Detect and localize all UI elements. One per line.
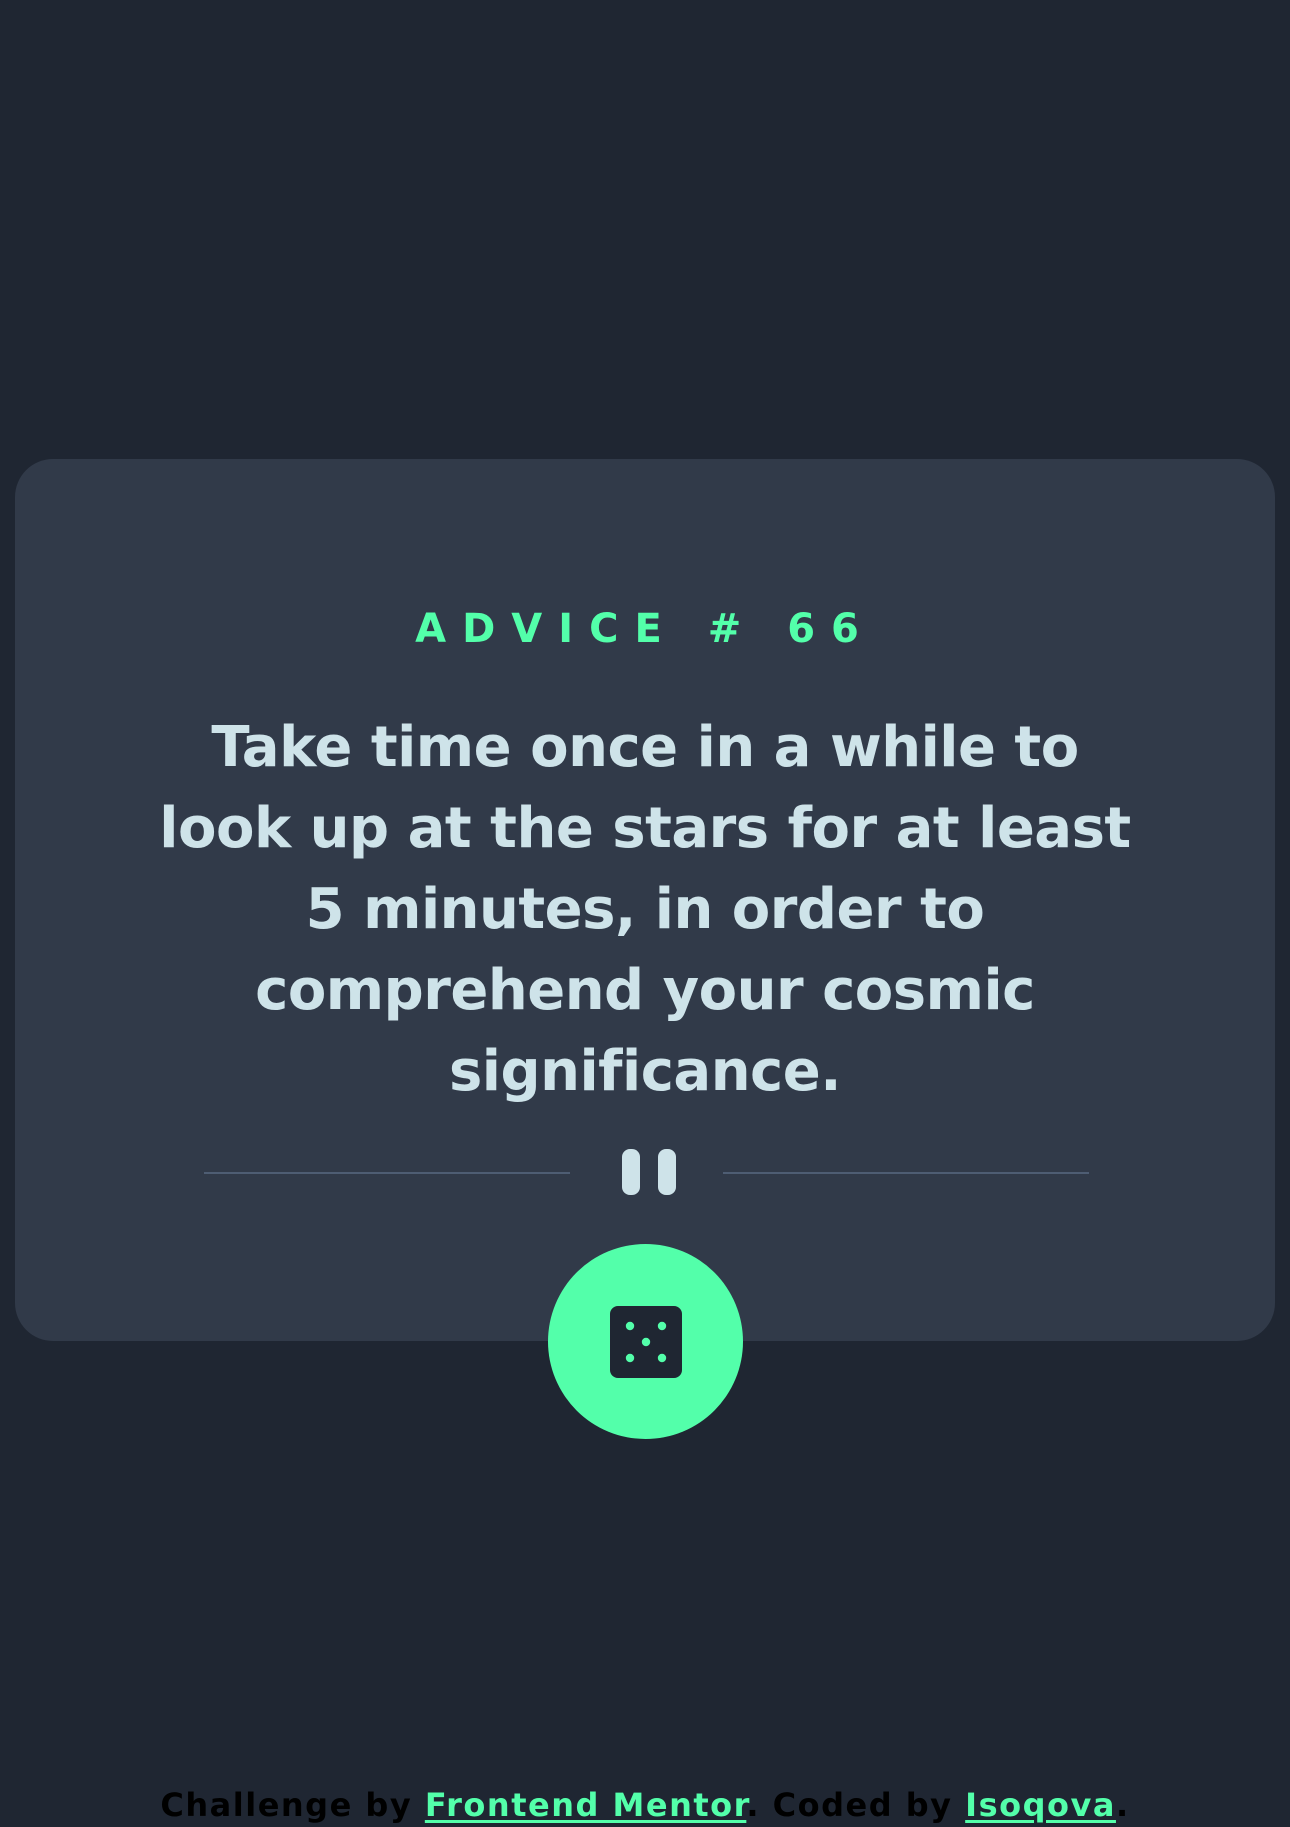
pause-bar-right xyxy=(658,1149,676,1195)
attribution-prefix: Challenge by xyxy=(160,1786,425,1824)
advice-card: ADVICE # 66 Take time once in a while to… xyxy=(15,459,1275,1341)
pause-icon xyxy=(618,1149,680,1195)
attribution: Challenge by Frontend Mentor. Coded by I… xyxy=(0,1786,1290,1824)
divider-line-left xyxy=(204,1172,570,1174)
divider-line-right xyxy=(723,1172,1089,1174)
advice-quote: Take time once in a while to look up at … xyxy=(159,715,1131,1104)
new-advice-button[interactable] xyxy=(548,1244,743,1439)
attribution-middle: . Coded by xyxy=(746,1786,966,1824)
frontend-mentor-link[interactable]: Frontend Mentor xyxy=(425,1786,747,1824)
pattern-divider xyxy=(204,1147,1089,1197)
author-link[interactable]: Isoqova xyxy=(965,1786,1116,1824)
attribution-suffix: . xyxy=(1115,1786,1130,1824)
pause-bar-left xyxy=(622,1149,640,1195)
dice-five-icon xyxy=(609,1305,682,1378)
advice-id-label: ADVICE # 66 xyxy=(415,606,875,652)
